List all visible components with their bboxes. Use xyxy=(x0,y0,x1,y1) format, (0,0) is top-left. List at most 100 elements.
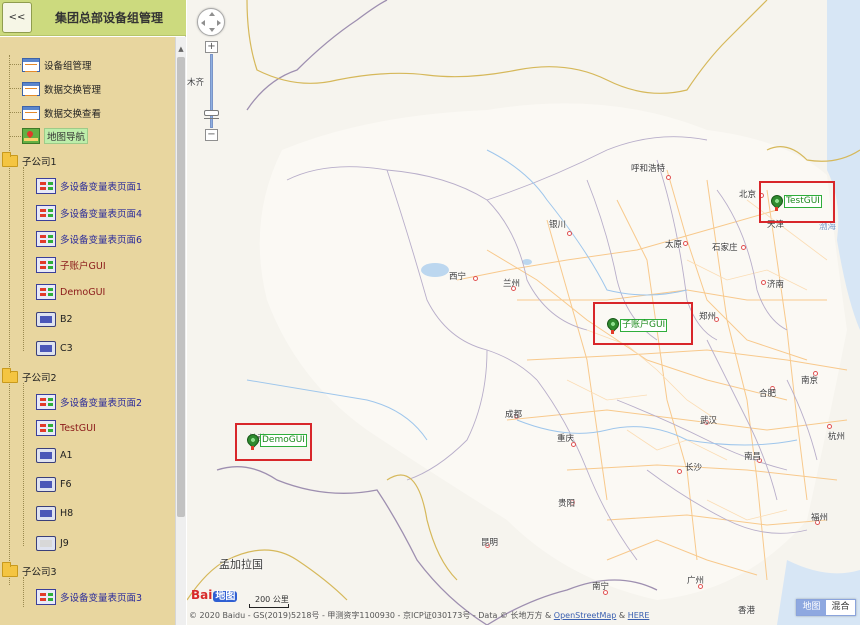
device-icon xyxy=(36,311,56,327)
gui-page-icon xyxy=(36,420,56,436)
city-label: 石家庄 xyxy=(712,243,738,253)
zoom-slider-track[interactable] xyxy=(210,54,213,128)
tree-item[interactable]: 多设备变量表页面4 xyxy=(36,203,142,223)
list-page-icon xyxy=(22,58,40,72)
here-link[interactable]: HERE xyxy=(628,611,650,620)
scale-bar xyxy=(249,604,289,608)
city-label: 南昌 xyxy=(744,452,762,462)
tree-item-label: J9 xyxy=(60,537,69,549)
tree-item[interactable]: 多设备变量表页面6 xyxy=(36,229,142,249)
city-label: 济南 xyxy=(767,280,785,290)
marker-label: TestGUI xyxy=(784,195,822,208)
tree-item-label: C3 xyxy=(60,342,73,354)
variable-table-icon xyxy=(36,178,56,194)
menu-item-data-exchange-view[interactable]: 数据交换查看 xyxy=(22,103,101,123)
city-label: 贵阳 xyxy=(558,499,576,509)
city-label: 广州 xyxy=(687,576,705,586)
city-label: 重庆 xyxy=(557,434,575,444)
tree-folder-company1[interactable]: 子公司1 xyxy=(2,151,57,171)
city-label: 武汉 xyxy=(700,416,718,426)
tree-item-label: H8 xyxy=(60,507,74,519)
osm-link[interactable]: OpenStreetMap xyxy=(554,611,617,620)
tree-item-label: 多设备变量表页面2 xyxy=(60,398,143,409)
city-dot xyxy=(567,231,572,236)
tree-item-label: F6 xyxy=(60,478,72,490)
sidebar: << 集团总部设备组管理 设备组管理 数据交换管理 数据交换查看 地图导航 子公… xyxy=(0,0,186,625)
baidu-logo[interactable]: Bai 地图 xyxy=(191,587,238,602)
city-label: 福州 xyxy=(811,513,829,523)
city-dot xyxy=(666,175,671,180)
city-dot xyxy=(827,424,832,429)
tree-item-label: 多设备变量表页面1 xyxy=(60,182,143,193)
tree-item-label: TestGUI xyxy=(60,422,96,434)
navigation-tree: 设备组管理 数据交换管理 数据交换查看 地图导航 子公司1 多设备变量表页面1 … xyxy=(0,37,175,625)
menu-label: 数据交换查看 xyxy=(44,109,102,120)
zoom-out-button[interactable]: − xyxy=(205,129,218,141)
tree-item[interactable]: C3 xyxy=(36,338,73,358)
variable-table-icon xyxy=(36,231,56,247)
city-label: 香港 xyxy=(738,606,756,616)
zoom-in-button[interactable]: + xyxy=(205,41,218,53)
folder-label: 子公司3 xyxy=(22,567,57,578)
device-icon xyxy=(36,447,56,463)
marker-label: DemoGUI xyxy=(260,434,307,447)
list-page-icon xyxy=(22,82,40,96)
logo-text: Bai xyxy=(191,588,213,602)
device-offline-icon xyxy=(36,535,56,551)
country-label: 孟加拉国 xyxy=(219,558,263,571)
zoom-slider-handle[interactable] xyxy=(204,110,219,116)
tree-item[interactable]: 多设备变量表页面1 xyxy=(36,176,142,196)
tree-item[interactable]: J9 xyxy=(36,533,69,553)
city-label: 南京 xyxy=(801,376,819,386)
marker-label: 子账户GUI xyxy=(620,319,668,332)
copyright-text: © 2020 Baidu - GS(2019)5218号 - 甲测资字11009… xyxy=(189,610,649,621)
gui-page-icon xyxy=(36,284,56,300)
pin-tail xyxy=(611,330,614,334)
folder-label: 子公司2 xyxy=(22,373,57,384)
city-dot xyxy=(761,280,766,285)
city-label: 合肥 xyxy=(759,389,777,399)
tree-folder-company2[interactable]: 子公司2 xyxy=(2,367,57,387)
menu-item-data-exchange-manage[interactable]: 数据交换管理 xyxy=(22,79,101,99)
tree-item[interactable]: H8 xyxy=(36,503,73,523)
map-view[interactable]: 呼和浩特 北京 天津 银川 太原 石家庄 西宁 兰州 济南 郑州 合肥 南京 成… xyxy=(187,0,860,625)
pan-control[interactable] xyxy=(197,8,225,36)
tree-item[interactable]: TestGUI xyxy=(36,418,96,438)
city-label: 西宁 xyxy=(449,272,467,282)
sidebar-scrollbar[interactable]: ▲ xyxy=(175,37,186,625)
city-label: 兰州 xyxy=(503,279,521,289)
tree-item[interactable]: B2 xyxy=(36,309,73,329)
tree-item[interactable]: 多设备变量表页面2 xyxy=(36,392,142,412)
menu-item-map-navigation[interactable]: 地图导航 xyxy=(22,126,89,146)
collapse-sidebar-button[interactable]: << xyxy=(2,2,32,33)
tree-item[interactable]: A1 xyxy=(36,445,73,465)
menu-label: 数据交换管理 xyxy=(44,85,102,96)
scroll-up-arrow-icon[interactable]: ▲ xyxy=(176,45,186,55)
map-type-hybrid-button[interactable]: 混合 xyxy=(826,600,855,615)
city-label: 南宁 xyxy=(592,582,610,592)
device-icon xyxy=(36,340,56,356)
city-label: 呼和浩特 xyxy=(631,164,666,174)
variable-table-icon xyxy=(36,205,56,221)
tree-item[interactable]: 多设备变量表页面3 xyxy=(36,587,142,607)
tree-item[interactable]: F6 xyxy=(36,474,72,494)
tree-item-label: 多设备变量表页面6 xyxy=(60,235,143,246)
variable-table-icon xyxy=(36,394,56,410)
device-icon xyxy=(36,505,56,521)
map-canvas xyxy=(187,0,860,625)
city-dot xyxy=(683,241,688,246)
map-type-standard-button[interactable]: 地图 xyxy=(797,600,826,615)
tree-item[interactable]: DemoGUI xyxy=(36,282,105,302)
map-type-switch: 地图 混合 xyxy=(796,599,856,616)
scrollbar-thumb[interactable] xyxy=(177,57,185,517)
logo-du: 地图 xyxy=(213,591,238,602)
tree-item[interactable]: 子账户GUI xyxy=(36,255,106,275)
tree-item-label: 子账户GUI xyxy=(60,261,106,272)
pin-tail xyxy=(251,446,254,450)
city-dot xyxy=(677,469,682,474)
folder-icon xyxy=(2,562,18,577)
tree-folder-company3[interactable]: 子公司3 xyxy=(2,561,57,581)
menu-item-device-group[interactable]: 设备组管理 xyxy=(22,55,92,75)
sidebar-header: << 集团总部设备组管理 xyxy=(0,0,186,36)
folder-icon xyxy=(2,368,18,383)
